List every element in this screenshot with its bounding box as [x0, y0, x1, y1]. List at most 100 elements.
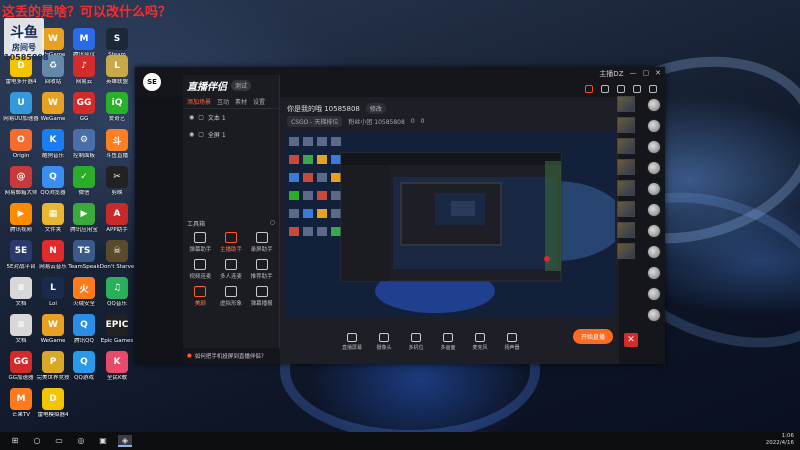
toolbox-item[interactable]: 录屏助手 [246, 232, 277, 253]
lock-icon[interactable]: ▢ [198, 114, 204, 121]
desktop-app-icon: EPIC [106, 314, 128, 336]
avatar[interactable] [647, 203, 661, 217]
tip-bar[interactable]: ● 如何把手机投屏到直播伴侣？ [183, 348, 280, 364]
toolbox-item[interactable]: 弹幕助手 [185, 232, 216, 253]
desktop-app-icon: Q [42, 166, 64, 188]
live-thumb[interactable] [617, 180, 635, 196]
desktop-icon[interactable]: L 英雄联盟 [98, 55, 136, 86]
eye-icon[interactable]: ◉ [189, 114, 194, 121]
system-clock[interactable]: 1:06 2022/4/16 [766, 433, 794, 447]
source-button[interactable]: 多画面 [437, 332, 459, 351]
source-button[interactable]: 扬声器 [501, 332, 523, 351]
desktop-icon[interactable]: A APP助手 [98, 203, 136, 234]
help-icon[interactable] [633, 85, 641, 93]
desktop-icon[interactable]: ♫ QQ音乐 [98, 277, 136, 308]
live-thumb[interactable] [617, 222, 635, 238]
streaming-taskbar-icon[interactable]: ◈ [118, 435, 132, 447]
app-taskbar-icon[interactable]: ▣ [96, 435, 110, 447]
brand-row: SE [143, 73, 161, 91]
source-icon [347, 332, 357, 342]
desktop-icon[interactable]: K 全民K歌 [98, 351, 136, 382]
eye-icon[interactable]: ◉ [189, 131, 194, 138]
desktop-icon-label: Epic Games [100, 338, 134, 344]
desktop-app-icon: ≡ [10, 277, 32, 299]
avatar[interactable] [647, 98, 661, 112]
desktop-app-icon: @ [10, 166, 32, 188]
tool-label: 虚拟形象 [219, 301, 242, 307]
source-label: 摄像头 [376, 344, 392, 351]
toolbox-item[interactable]: 多人连麦 [216, 259, 247, 280]
source-label: 麦克风 [472, 344, 488, 351]
desktop-app-icon: L [106, 55, 128, 77]
source-button[interactable]: 多机位 [405, 332, 427, 351]
streaming-app-window[interactable]: SE 直播伴侣 测试 添加场景 互动 素材 设置 ◉ ▢ 文本 1 ◉ ▢ 全屏… [135, 67, 665, 364]
avatar[interactable] [647, 287, 661, 301]
tab-settings[interactable]: 设置 [253, 97, 265, 106]
toolbox-item[interactable]: 美颜 [185, 286, 216, 307]
avatar[interactable] [647, 161, 661, 175]
edit-button[interactable]: 修改 [365, 103, 386, 114]
toolbox-item[interactable]: 主播助手 [216, 232, 247, 253]
close-panel-icon[interactable]: ✕ [624, 333, 638, 347]
douyu-logo: 斗鱼 房间号 10585808 [4, 18, 49, 62]
desktop-icon[interactable]: 斗斗鱼直播 [98, 129, 136, 160]
desktop-icon[interactable]: ☠ Don't Starve [98, 240, 136, 271]
gift-icon[interactable] [617, 85, 625, 93]
scene-item[interactable]: ◉ ▢ 全屏 1 [183, 126, 279, 143]
lock-icon[interactable] [601, 85, 609, 93]
search-icon[interactable]: ○ [30, 435, 44, 447]
desktop-icon[interactable]: ✂ 剪映 [98, 166, 136, 197]
desktop-app-icon: TS [73, 240, 95, 262]
user-name[interactable]: 主播DZ [599, 69, 623, 79]
scene-panel: 直播伴侣 测试 添加场景 互动 素材 设置 ◉ ▢ 文本 1 ◉ ▢ 全屏 1 … [183, 75, 280, 364]
version-tag[interactable]: 测试 [231, 79, 252, 91]
desktop-icon-label: QQ音乐 [107, 301, 127, 307]
live-thumb[interactable] [617, 96, 635, 112]
source-icon [507, 332, 517, 342]
desktop-icon[interactable]: iQ 爱奇艺 [98, 92, 136, 123]
category-selector[interactable]: CSGO - 天梯排位 [287, 116, 343, 127]
maximize-icon[interactable]: ▢ [643, 69, 650, 79]
toolbox-item[interactable]: 弹幕播报 [246, 286, 277, 307]
share-icon[interactable] [649, 85, 657, 93]
start-stream-button[interactable]: 开始直播 [572, 329, 613, 344]
live-thumb[interactable] [617, 138, 635, 154]
live-thumb[interactable] [617, 201, 635, 217]
close-icon[interactable]: ✕ [655, 69, 661, 79]
tool-icon [255, 259, 268, 270]
desktop-icon[interactable]: EPIC Epic Games [98, 314, 136, 345]
minimize-icon[interactable]: — [630, 69, 637, 79]
toolbox-item[interactable]: 推荐助手 [246, 259, 277, 280]
desktop-app-icon: W [42, 92, 64, 114]
tool-icon [255, 232, 268, 243]
avatar[interactable] [647, 140, 661, 154]
windows-start-icon[interactable]: ⊞ [8, 435, 22, 447]
lock-icon[interactable]: ▢ [198, 131, 204, 138]
desktop-icon[interactable]: D 雷电模拟器4 [34, 388, 72, 419]
toolbox-item[interactable]: 虚拟形象 [216, 286, 247, 307]
tab-materials[interactable]: 素材 [235, 97, 247, 106]
avatar[interactable] [647, 245, 661, 259]
source-button[interactable]: 麦克风 [469, 332, 491, 351]
tip-text[interactable]: 如何把手机投屏到直播伴侣？ [195, 352, 267, 360]
record-icon[interactable] [585, 85, 593, 93]
task-view-icon[interactable]: ▭ [52, 435, 66, 447]
source-button[interactable]: 摄像头 [373, 332, 395, 351]
tab-interaction[interactable]: 互动 [217, 97, 229, 106]
toolbox-item[interactable]: 视频连麦 [185, 259, 216, 280]
avatar[interactable] [647, 224, 661, 238]
tool-label: 弹幕播报 [250, 301, 273, 307]
avatar[interactable] [647, 308, 661, 322]
source-button[interactable]: 直播屏幕 [341, 332, 363, 351]
tab-add-scene[interactable]: 添加场景 [187, 97, 211, 106]
live-thumb[interactable] [617, 159, 635, 175]
avatar[interactable] [647, 119, 661, 133]
settings-circle-icon[interactable]: ○ [270, 219, 275, 228]
stream-preview[interactable] [285, 131, 615, 317]
live-thumb[interactable] [617, 117, 635, 133]
scene-item[interactable]: ◉ ▢ 文本 1 [183, 109, 279, 126]
avatar[interactable] [647, 182, 661, 196]
avatar[interactable] [647, 266, 661, 280]
steam-taskbar-icon[interactable]: ◎ [74, 435, 88, 447]
live-thumb[interactable] [617, 243, 635, 259]
